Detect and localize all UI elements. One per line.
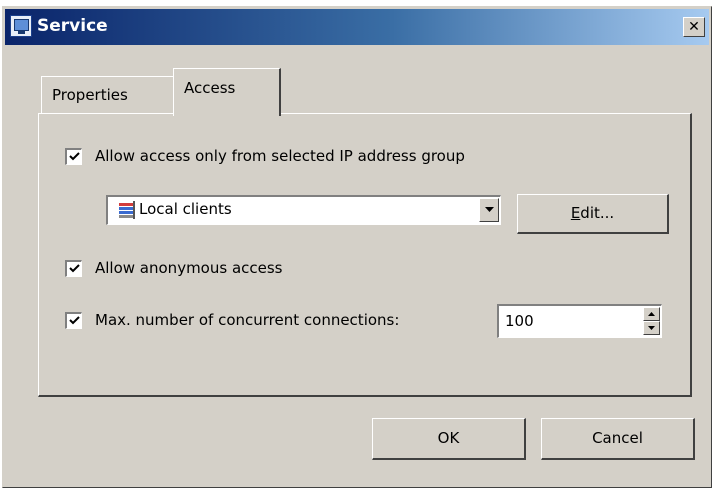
tab-properties-label: Properties — [52, 86, 128, 104]
ip-group-row: Allow access only from selected IP addre… — [65, 147, 465, 165]
ip-group-select[interactable]: Local clients — [106, 195, 501, 225]
ip-group-checkbox-label[interactable]: Allow access only from selected IP addre… — [95, 147, 465, 165]
max-connections-spinner[interactable]: 100 — [497, 304, 662, 338]
checkmark-icon — [68, 316, 80, 325]
tab-properties[interactable]: Properties — [41, 76, 175, 114]
ok-button[interactable]: OK — [372, 418, 526, 460]
spinner-buttons — [643, 307, 660, 335]
anonymous-checkbox-label[interactable]: Allow anonymous access — [95, 259, 283, 277]
arrow-up-icon — [648, 312, 655, 316]
edit-button[interactable]: Edit... — [517, 194, 669, 234]
edit-label: dit... — [580, 204, 615, 222]
anonymous-row: Allow anonymous access — [65, 259, 283, 277]
tab-access-label: Access — [184, 79, 236, 97]
window-title: Service — [37, 16, 108, 36]
arrow-down-icon — [648, 326, 655, 330]
checkmark-icon — [68, 152, 80, 161]
dropdown-button[interactable] — [479, 198, 499, 222]
max-connections-value[interactable]: 100 — [505, 312, 534, 330]
spinner-up-button[interactable] — [643, 307, 660, 321]
edit-mnemonic: E — [570, 204, 581, 222]
ok-label: OK — [437, 429, 460, 447]
max-connections-row: Max. number of concurrent connections: — [65, 311, 399, 329]
cancel-button[interactable]: Cancel — [541, 418, 695, 460]
max-connections-checkbox-label[interactable]: Max. number of concurrent connections: — [95, 311, 399, 329]
spinner-down-button[interactable] — [643, 321, 660, 335]
chevron-down-icon — [484, 207, 494, 212]
close-button[interactable]: ✕ — [683, 17, 705, 37]
ip-group-select-value: Local clients — [139, 200, 232, 218]
checkmark-icon — [68, 264, 80, 273]
max-connections-checkbox[interactable] — [65, 311, 82, 329]
anonymous-checkbox[interactable] — [65, 259, 82, 277]
service-app-icon — [10, 15, 32, 37]
close-icon: ✕ — [688, 19, 700, 35]
access-tab-panel: Allow access only from selected IP addre… — [38, 113, 692, 397]
tab-access[interactable]: Access — [173, 68, 281, 116]
title-bar[interactable]: Service ✕ — [5, 9, 709, 45]
network-group-icon — [119, 201, 135, 219]
ip-group-checkbox[interactable] — [65, 147, 82, 165]
cancel-label: Cancel — [592, 429, 643, 447]
